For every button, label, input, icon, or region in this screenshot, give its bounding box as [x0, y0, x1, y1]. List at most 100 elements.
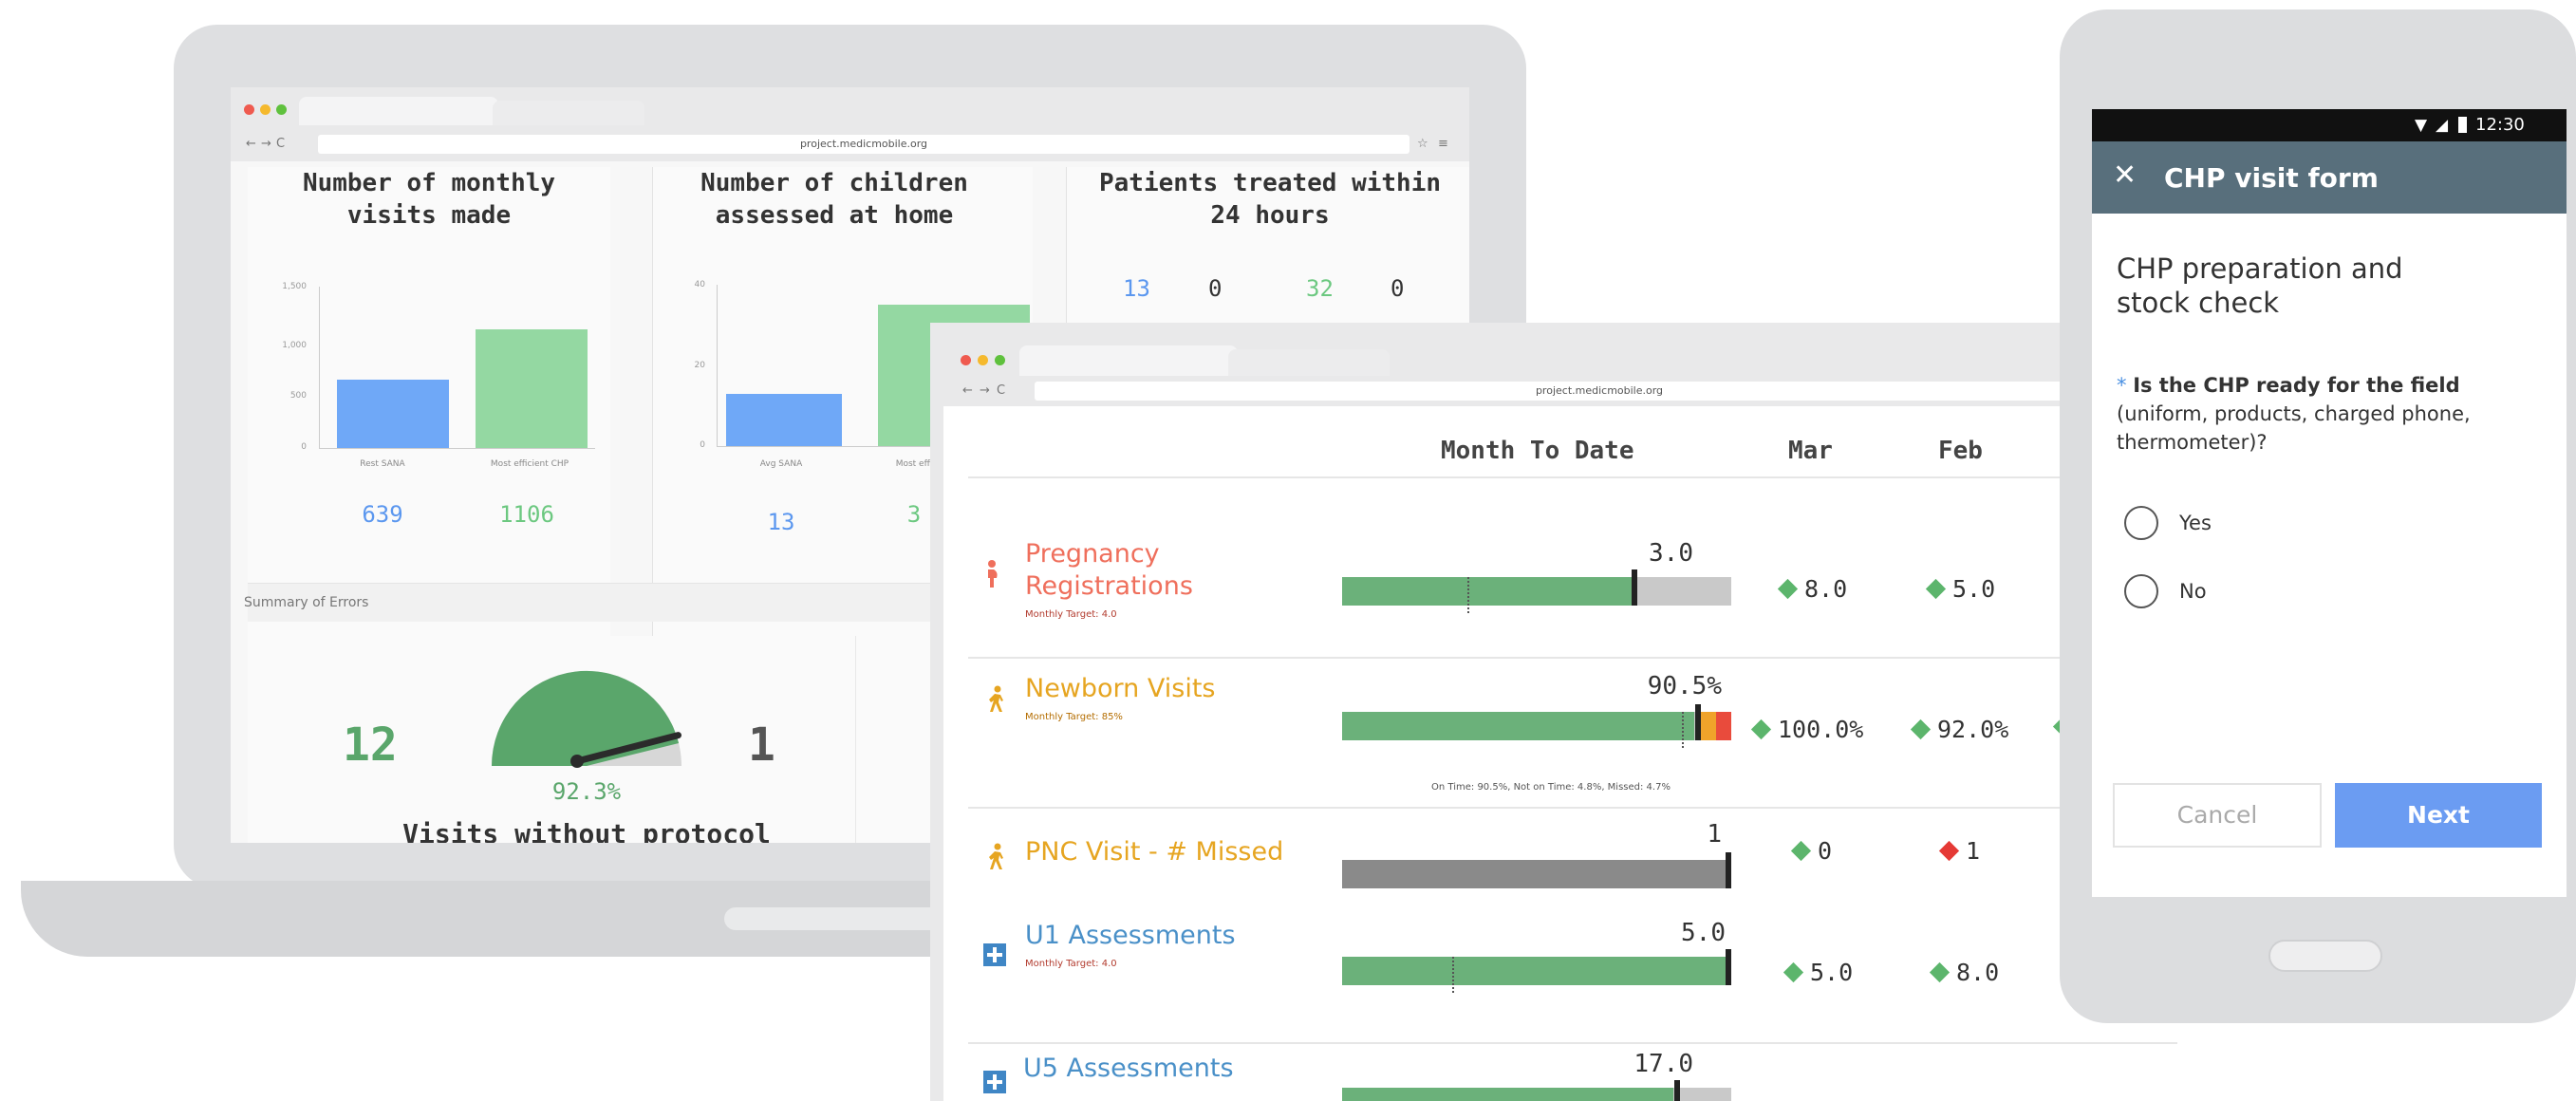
u1-target: Monthly Target: 4.0 — [1025, 959, 1117, 969]
star-icon[interactable]: ☆ — [1417, 137, 1428, 151]
u1-feb-value: 8.0 — [1929, 959, 1999, 986]
question-rest: (uniform, products, charged phone, therm… — [2117, 402, 2471, 454]
target-tick — [1452, 957, 1454, 993]
address-bar[interactable]: project.medicmobile.org — [318, 135, 1409, 154]
gauge-hub — [570, 755, 584, 768]
section-title: CHP preparation and stock check — [2117, 252, 2403, 319]
option-no-label[interactable]: No — [2179, 580, 2207, 603]
bar-rest-sana — [337, 380, 449, 448]
y-tick-label: 0 — [301, 442, 307, 452]
row-divider — [968, 1042, 2177, 1044]
status-bar: ▼ ◢ 12:30 — [2092, 109, 2567, 141]
bar-avg-sana — [726, 394, 842, 446]
target-tick — [1467, 577, 1469, 613]
column-header-feb: Feb — [1938, 437, 1983, 465]
close-window-button[interactable] — [961, 355, 971, 365]
browser-tab-new[interactable] — [493, 101, 644, 125]
u5-progress-fill — [1342, 1088, 1673, 1101]
dashboard-browser-window: ← → C project.medicmobile.org Month To D… — [943, 332, 2177, 1101]
pregnancy-mar-value: 8.0 — [1777, 575, 1847, 603]
header-divider — [968, 476, 2177, 478]
category-label: Avg SANA — [759, 459, 803, 469]
status-diamond-icon — [1925, 578, 1947, 599]
browser-tab[interactable] — [1019, 345, 1238, 376]
newborn-missed-segment — [1716, 712, 1731, 740]
battery-icon — [2458, 117, 2467, 133]
u5-title: U5 Assessments — [1023, 1054, 1234, 1083]
column-header-month-to-date: Month To Date — [1441, 437, 1634, 465]
treated-value: 32 — [1306, 275, 1334, 302]
close-icon[interactable]: ✕ — [2113, 159, 2137, 193]
pnc-progress-fill — [1342, 860, 1731, 888]
pregnancy-progress-marker — [1632, 569, 1637, 606]
radio-yes[interactable] — [2124, 506, 2158, 540]
y-tick-label: 20 — [694, 361, 705, 370]
option-yes-label[interactable]: Yes — [2179, 512, 2212, 534]
rest-sana-value: 639 — [362, 501, 403, 528]
walking-person-icon — [985, 685, 1008, 714]
newborn-target: Monthly Target: 85% — [1025, 712, 1123, 722]
status-diamond-icon — [1777, 578, 1799, 599]
pregnancy-progress-fill — [1342, 577, 1634, 606]
reload-icon[interactable]: C — [276, 137, 285, 151]
u1-title: U1 Assessments — [1025, 921, 1236, 950]
next-button[interactable]: Next — [2335, 783, 2542, 848]
y-tick-label: 1,000 — [282, 341, 307, 350]
maximize-window-button[interactable] — [995, 355, 1005, 365]
pregnancy-feb-value: 5.0 — [1925, 575, 1995, 603]
medical-cross-icon — [983, 943, 1006, 966]
bar-most-efficient-chp — [476, 329, 588, 448]
y-tick-label: 1,500 — [282, 282, 307, 291]
app-bar: ✕ CHP visit form — [2092, 141, 2567, 214]
u1-mar-value: 5.0 — [1783, 959, 1853, 986]
newborn-breakdown: On Time: 90.5%, Not on Time: 4.8%, Misse… — [1431, 782, 1671, 793]
treated-value: 0 — [1208, 275, 1223, 302]
row-divider — [968, 657, 2177, 659]
forward-arrow-icon[interactable]: → — [980, 383, 990, 398]
question-bold: Is the CHP ready for the field — [2133, 374, 2460, 397]
cancel-button[interactable]: Cancel — [2113, 783, 2322, 848]
close-window-button[interactable] — [244, 104, 254, 115]
reload-icon[interactable]: C — [997, 383, 1005, 398]
forward-arrow-icon[interactable]: → — [261, 137, 271, 151]
radio-no[interactable] — [2124, 574, 2158, 608]
status-diamond-icon — [1929, 961, 1951, 982]
newborn-progress-fill — [1342, 712, 1694, 740]
newborn-title: Newborn Visits — [1025, 674, 1216, 703]
status-diamond-icon — [1938, 840, 1960, 861]
efficient-chp-value: 1106 — [499, 501, 554, 528]
pnc-mar-value: 0 — [1790, 837, 1832, 865]
back-arrow-icon[interactable]: ← — [962, 383, 973, 398]
maximize-window-button[interactable] — [276, 104, 287, 115]
pnc-title: PNC Visit - # Missed — [1025, 837, 1284, 867]
address-bar[interactable]: project.medicmobile.org — [1035, 382, 2164, 401]
minimize-window-button[interactable] — [978, 355, 988, 365]
back-arrow-icon[interactable]: ← — [246, 137, 256, 151]
target-tick — [1682, 712, 1684, 748]
y-tick-label: 40 — [694, 280, 705, 289]
newborn-not-on-time-segment — [1699, 712, 1716, 740]
phone-home-button[interactable] — [2268, 940, 2382, 972]
avg-sana-value: 13 — [767, 509, 795, 535]
minimize-window-button[interactable] — [260, 104, 271, 115]
y-tick-label: 0 — [700, 440, 705, 450]
status-diamond-icon — [1910, 718, 1932, 739]
walking-person-icon — [985, 843, 1008, 871]
browser-tab[interactable] — [299, 97, 498, 125]
newborn-feb-value: 92.0% — [1910, 716, 2008, 743]
menu-icon[interactable]: ≡ — [1438, 137, 1448, 151]
gauge-caption: Visits without protocol — [402, 818, 771, 843]
pregnancy-title-line2: Registrations — [1025, 571, 1193, 601]
u1-progress-fill — [1342, 957, 1731, 985]
pnc-progress-marker — [1726, 852, 1731, 888]
pregnancy-target: Monthly Target: 4.0 — [1025, 609, 1117, 620]
status-diamond-icon — [1750, 718, 1772, 739]
status-diamond-icon — [1790, 840, 1812, 861]
browser-tab-new[interactable] — [1228, 349, 1390, 376]
panel-title: Number of monthly visits made — [302, 169, 556, 230]
y-tick-label: 500 — [289, 391, 307, 401]
newborn-value: 90.5% — [1647, 672, 1722, 700]
gauge-right-number: 1 — [748, 718, 775, 772]
question-text: * Is the CHP ready for the field (unifor… — [2117, 371, 2534, 457]
panel-title: Number of children assessed at home — [700, 169, 968, 230]
